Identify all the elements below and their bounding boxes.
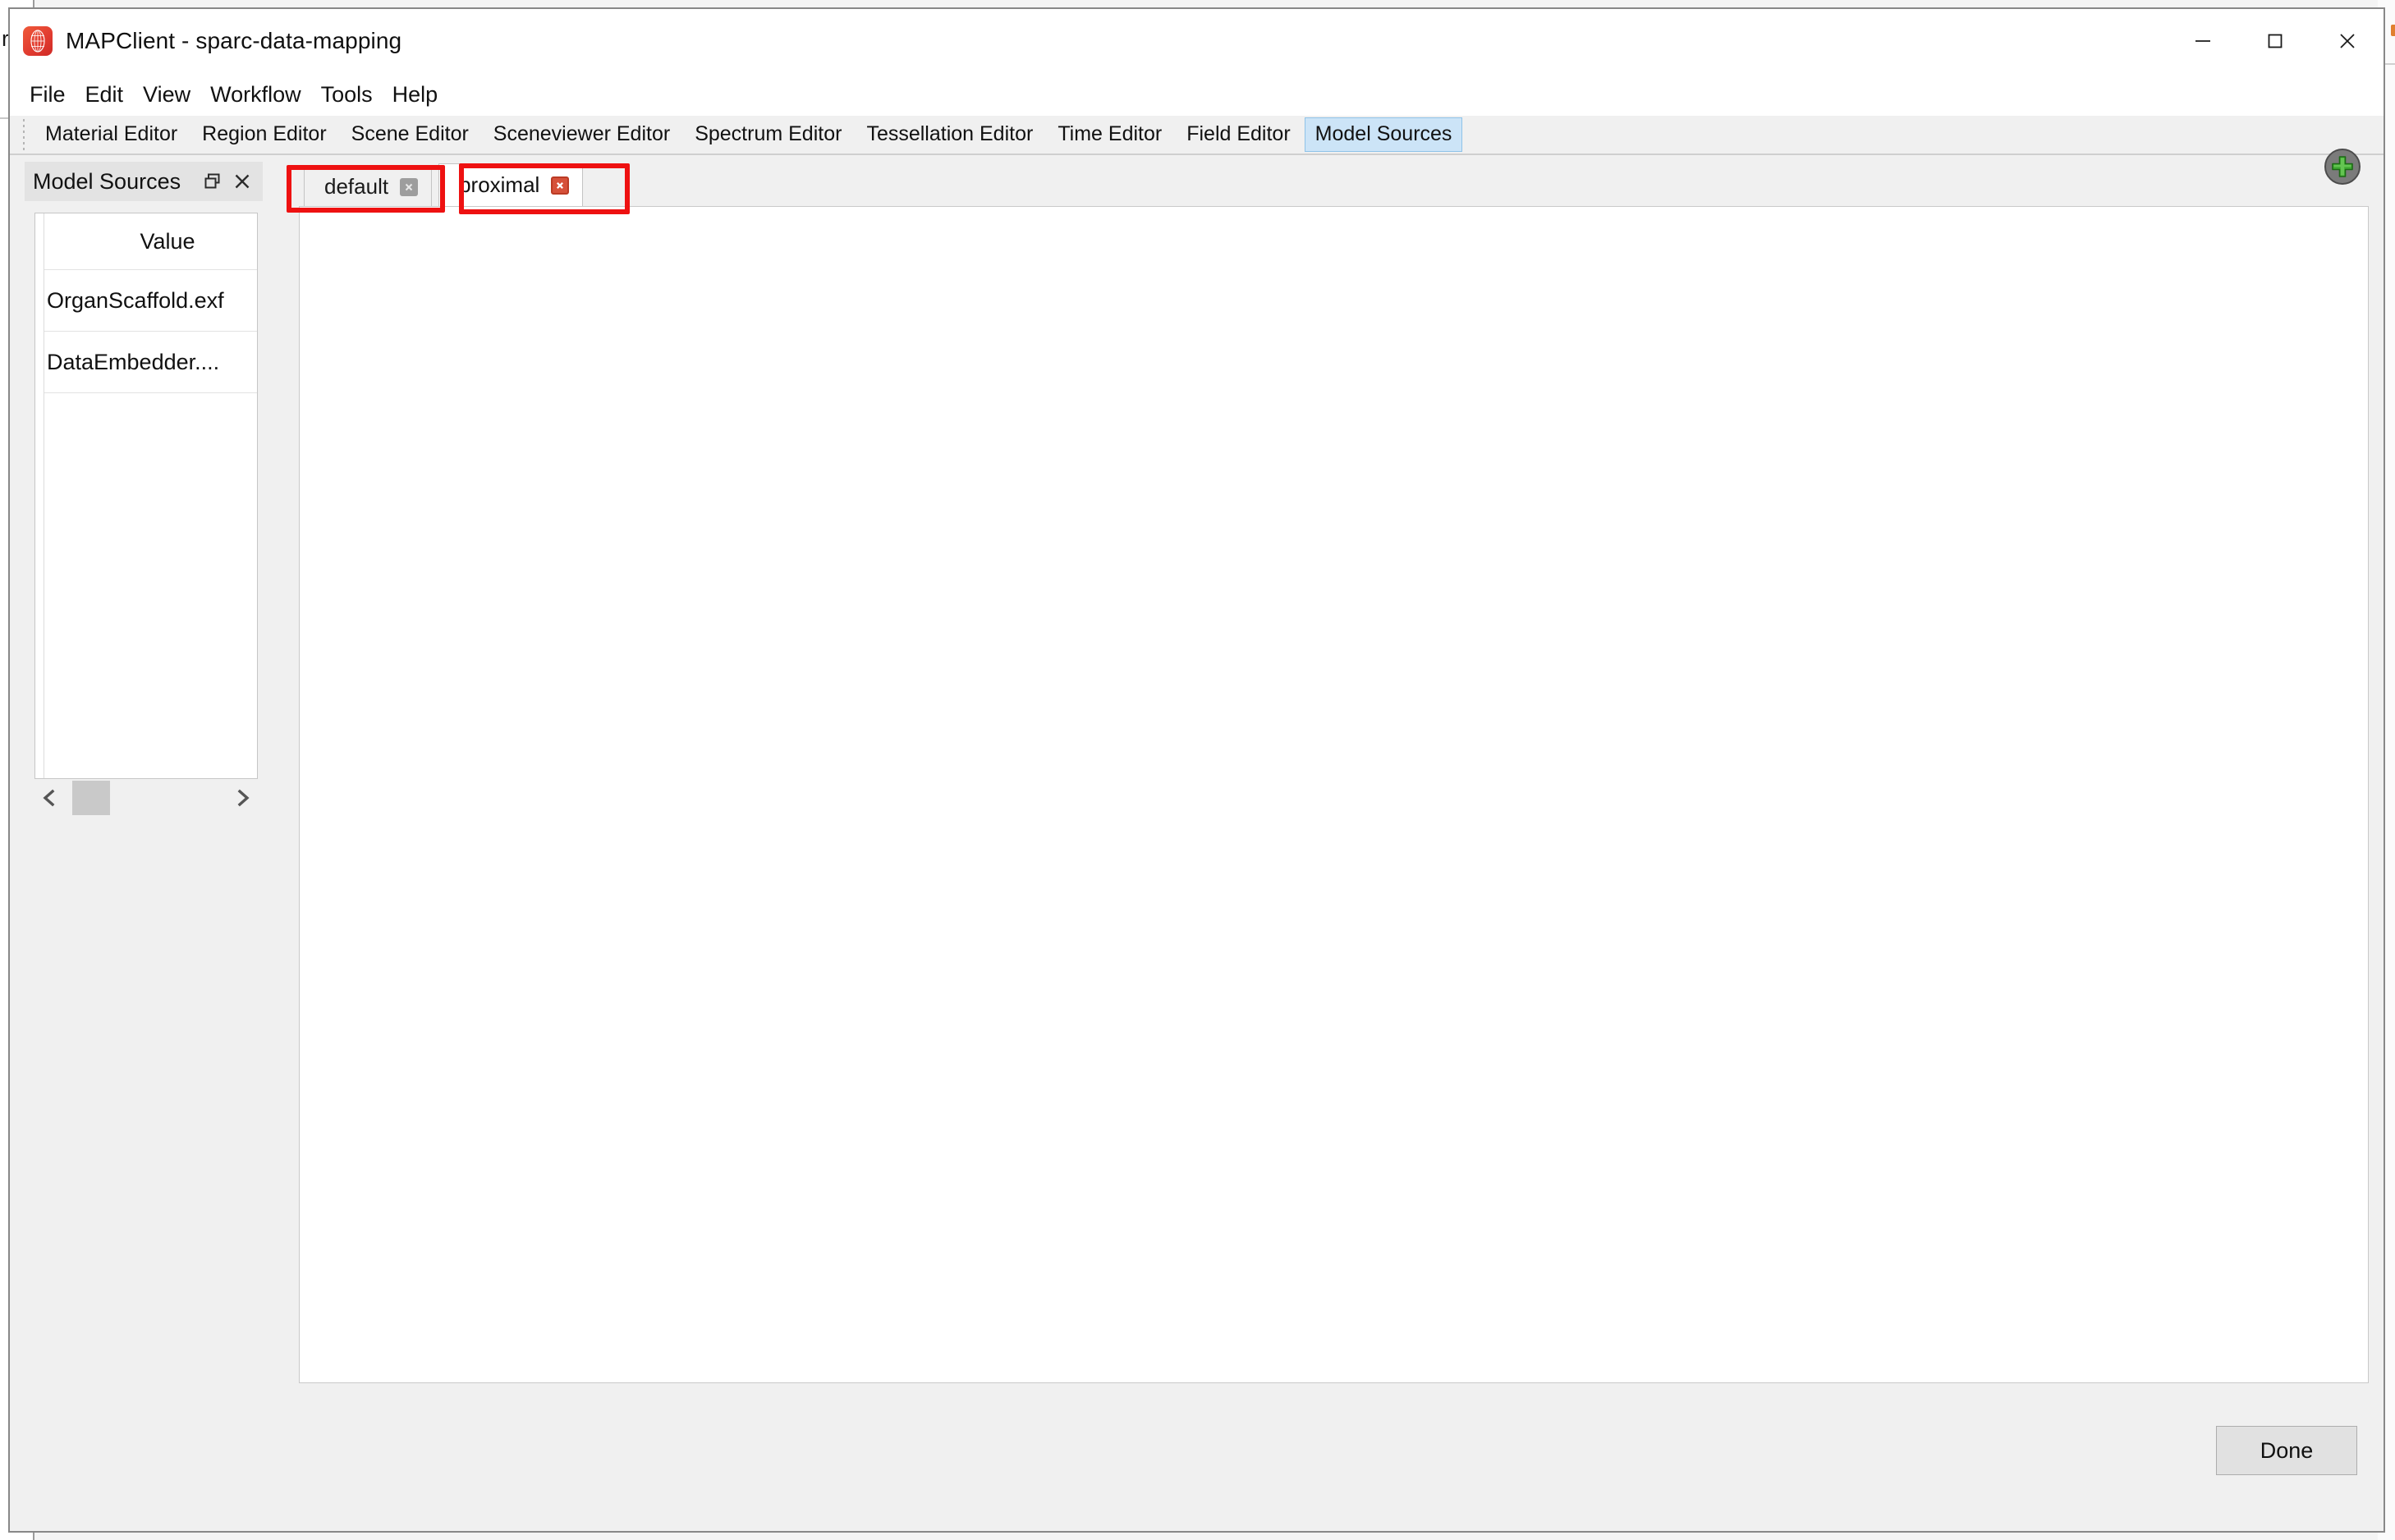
model-sources-table[interactable]: Value OrganScaffold.exf DataEmbedder.... bbox=[34, 213, 258, 779]
maximize-icon bbox=[2268, 34, 2283, 48]
close-icon bbox=[2340, 34, 2355, 48]
scrollbar-track[interactable] bbox=[66, 779, 227, 817]
scroll-right-button[interactable] bbox=[227, 779, 258, 817]
model-sources-content-area: default proximal bbox=[299, 149, 2369, 1385]
scroll-left-button[interactable] bbox=[34, 779, 66, 817]
tab-time-editor[interactable]: Time Editor bbox=[1047, 117, 1172, 151]
dock-title: Model Sources bbox=[33, 168, 181, 194]
minimize-icon bbox=[2195, 40, 2210, 42]
plus-icon bbox=[2332, 156, 2353, 177]
menu-item-file[interactable]: File bbox=[20, 80, 76, 109]
cell-value-0[interactable]: OrganScaffold.exf bbox=[44, 269, 257, 332]
restore-window-glyph bbox=[204, 173, 220, 189]
dock-close-icon[interactable] bbox=[230, 169, 255, 194]
window-title: MAPClient - sparc-data-mapping bbox=[66, 28, 402, 53]
close-icon[interactable] bbox=[400, 177, 419, 196]
menu-item-workflow[interactable]: Workflow bbox=[200, 80, 311, 109]
window-controls bbox=[2167, 9, 2384, 73]
menu-bar: File Edit View Workflow Tools Help bbox=[10, 73, 2384, 116]
model-source-tab-default-label: default bbox=[324, 174, 389, 199]
maximize-button[interactable] bbox=[2239, 9, 2311, 73]
tab-scene-editor[interactable]: Scene Editor bbox=[341, 117, 479, 151]
mapclient-main-window: MAPClient - sparc-data-mapping File Edit… bbox=[8, 7, 2385, 1533]
close-button[interactable] bbox=[2311, 9, 2384, 73]
scrollbar-thumb[interactable] bbox=[72, 781, 110, 815]
model-source-tab-proximal-label: proximal bbox=[459, 172, 540, 197]
menu-item-edit[interactable]: Edit bbox=[76, 80, 134, 109]
tab-region-editor[interactable]: Region Editor bbox=[191, 117, 337, 151]
tab-spectrum-editor[interactable]: Spectrum Editor bbox=[684, 117, 852, 151]
model-source-page-proximal[interactable] bbox=[299, 206, 2369, 1383]
mapclient-mesh-glyph bbox=[30, 30, 45, 53]
add-model-source-button[interactable] bbox=[2324, 149, 2361, 185]
table-horizontal-scrollbar[interactable] bbox=[34, 779, 258, 817]
tab-model-sources[interactable]: Model Sources bbox=[1304, 117, 1463, 152]
model-source-tab-bar: default proximal bbox=[299, 149, 2369, 206]
tab-sceneviewer-editor[interactable]: Sceneviewer Editor bbox=[483, 117, 681, 151]
toolbar-drag-handle[interactable] bbox=[20, 119, 28, 150]
minimize-button[interactable] bbox=[2167, 9, 2239, 73]
menu-item-tools[interactable]: Tools bbox=[311, 80, 383, 109]
application-body: Model Sources Value OrganScaffold.exf Da… bbox=[10, 149, 2384, 1531]
sources-table-grid: Value OrganScaffold.exf DataEmbedder.... bbox=[44, 213, 257, 393]
chevron-left-icon bbox=[43, 789, 55, 807]
model-source-tab-proximal[interactable]: proximal bbox=[438, 163, 584, 206]
close-glyph bbox=[405, 183, 413, 190]
title-bar: MAPClient - sparc-data-mapping bbox=[10, 9, 2384, 73]
table-row[interactable]: OrganScaffold.exf bbox=[44, 269, 257, 332]
close-glyph bbox=[557, 181, 564, 189]
done-button[interactable]: Done bbox=[2216, 1426, 2357, 1475]
menu-item-help[interactable]: Help bbox=[383, 80, 448, 109]
chevron-right-icon bbox=[237, 789, 250, 807]
close-icon bbox=[235, 174, 250, 189]
model-sources-dock-panel: Model Sources Value OrganScaffold.exf Da… bbox=[25, 162, 263, 868]
tab-field-editor[interactable]: Field Editor bbox=[1176, 117, 1301, 151]
cell-value-1[interactable]: DataEmbedder.... bbox=[44, 331, 257, 393]
dock-title-bar[interactable]: Model Sources bbox=[25, 162, 263, 201]
close-icon[interactable] bbox=[551, 176, 570, 195]
table-row-header-column bbox=[35, 213, 44, 778]
footer-bar: Done bbox=[10, 1408, 2384, 1531]
model-source-tab-default[interactable]: default bbox=[304, 167, 433, 206]
background-window-right-marker bbox=[2391, 25, 2395, 36]
menu-item-view[interactable]: View bbox=[133, 80, 200, 109]
tab-material-editor[interactable]: Material Editor bbox=[34, 117, 188, 151]
editor-tab-strip: Material Editor Region Editor Scene Edit… bbox=[10, 116, 2384, 155]
table-row[interactable]: DataEmbedder.... bbox=[44, 331, 257, 393]
restore-window-icon[interactable] bbox=[200, 169, 225, 194]
tab-tessellation-editor[interactable]: Tessellation Editor bbox=[856, 117, 1044, 151]
table-header-row: Value bbox=[44, 213, 257, 270]
mapclient-logo-icon bbox=[23, 26, 53, 56]
column-header-value[interactable]: Value bbox=[44, 213, 257, 270]
